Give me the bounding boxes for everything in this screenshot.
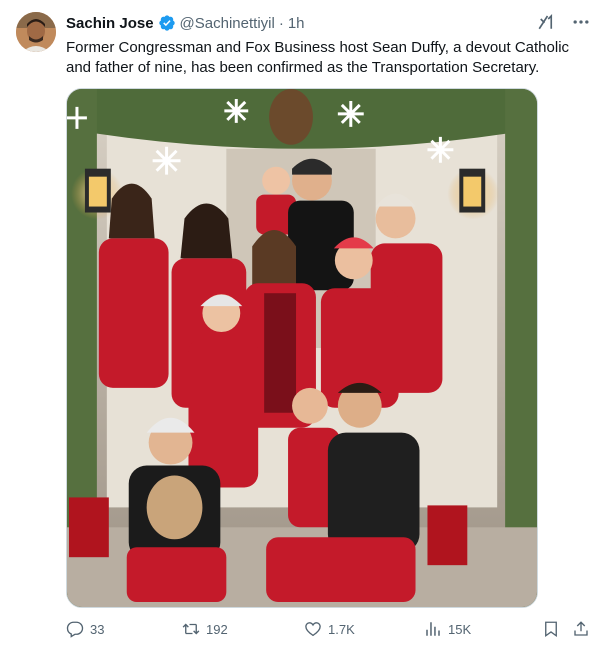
reply-count: 33 [90,621,105,637]
verified-badge-icon [158,15,175,31]
tweet-text: Former Congressman and Fox Business host… [66,39,570,76]
share-icon [574,621,588,636]
retweet-count: 192 [206,621,228,637]
bookmark-button[interactable] [542,620,560,638]
action-bar: 33 192 1.7K 15K [66,620,592,640]
author-handle[interactable]: @Sachinettiyil [180,15,275,32]
like-icon [305,622,321,637]
share-button[interactable] [572,620,590,638]
tweet-card[interactable]: Sachin Jose @Sachinettiyil · 1h Former C… [0,0,609,652]
retweet-icon [182,623,200,635]
tweet-header: Sachin Jose @Sachinettiyil · 1h [66,13,305,33]
top-actions [537,12,591,32]
avatar-image [16,12,56,52]
views-count: 15K [448,621,472,637]
family-photo-illustration [67,89,537,607]
avatar[interactable] [16,12,56,52]
retweet-button[interactable]: 192 [182,620,228,638]
reply-button[interactable]: 33 [66,620,104,638]
grok-icon[interactable] [537,13,555,31]
separator-dot: · [278,14,284,32]
bookmark-icon [545,621,557,638]
like-button[interactable]: 1.7K [304,620,355,638]
views-button[interactable]: 15K [424,620,471,638]
tweet-photo[interactable] [66,88,538,608]
views-icon [426,622,440,636]
more-icon[interactable] [571,12,591,32]
timestamp[interactable]: 1h [288,15,305,32]
author-name[interactable]: Sachin Jose [66,15,154,32]
reply-icon [66,621,84,638]
like-count: 1.7K [328,621,355,637]
